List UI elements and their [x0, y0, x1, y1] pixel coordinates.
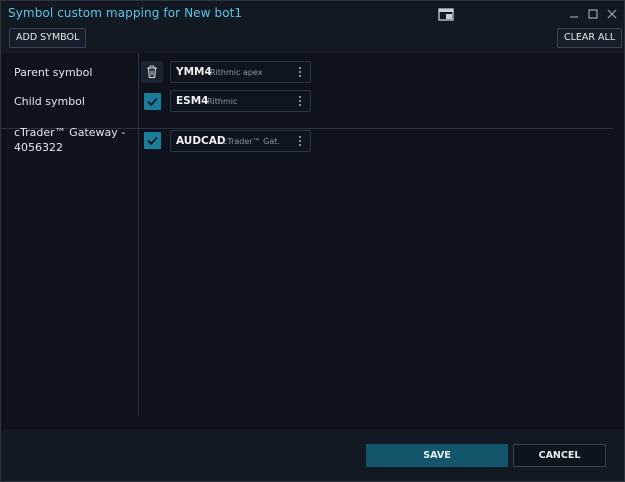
symbol-name: YMM4 [176, 66, 212, 78]
dialog-title: Symbol custom mapping for New bot1 [8, 6, 243, 20]
clear-all-button[interactable]: CLEAR ALL [557, 28, 623, 48]
checkmark-icon [147, 136, 158, 145]
ctrader-account-label: cTrader™ Gateway - 4056322 [14, 126, 126, 154]
symbol-source: Rithmic [207, 97, 238, 106]
symbol-source: Rithmic apex [210, 68, 263, 77]
parent-symbol-select[interactable]: YMM4 Rithmic apex [170, 61, 311, 83]
dialog-footer: SAVE CANCEL [1, 429, 624, 481]
dock-window-icon[interactable] [438, 7, 454, 21]
add-symbol-button[interactable]: ADD SYMBOL [9, 28, 87, 48]
symbol-name: AUDCAD [176, 135, 226, 147]
toolbar: ADD SYMBOL CLEAR ALL [1, 27, 624, 53]
more-vertical-icon[interactable] [297, 135, 303, 147]
mapping-dialog: Symbol custom mapping for New bot1 ADD S… [0, 0, 625, 482]
close-icon[interactable] [605, 6, 619, 20]
maximize-icon[interactable] [586, 6, 600, 20]
ctrader-symbol-select[interactable]: AUDCAD cTrader™ Gat. [170, 130, 311, 152]
title-bar[interactable]: Symbol custom mapping for New bot1 [1, 1, 624, 27]
trash-icon[interactable] [141, 61, 163, 83]
child-symbol-select[interactable]: ESM4 Rithmic [170, 90, 311, 112]
more-vertical-icon[interactable] [297, 66, 303, 78]
mapping-list: Parent symbol YMM4 Rithmic apex Child sy… [1, 53, 624, 429]
ctrader-symbol-checkbox[interactable] [144, 132, 161, 149]
child-symbol-label: Child symbol [14, 95, 85, 108]
minimize-icon[interactable] [567, 6, 581, 20]
more-vertical-icon[interactable] [297, 95, 303, 107]
child-symbol-checkbox[interactable] [144, 93, 161, 110]
cancel-button[interactable]: CANCEL [513, 444, 606, 467]
parent-symbol-label: Parent symbol [14, 66, 93, 79]
checkmark-icon [147, 97, 158, 106]
symbol-name: ESM4 [176, 95, 209, 107]
column-divider [138, 53, 139, 416]
symbol-source: cTrader™ Gat. [223, 137, 280, 146]
save-button[interactable]: SAVE [366, 444, 508, 467]
